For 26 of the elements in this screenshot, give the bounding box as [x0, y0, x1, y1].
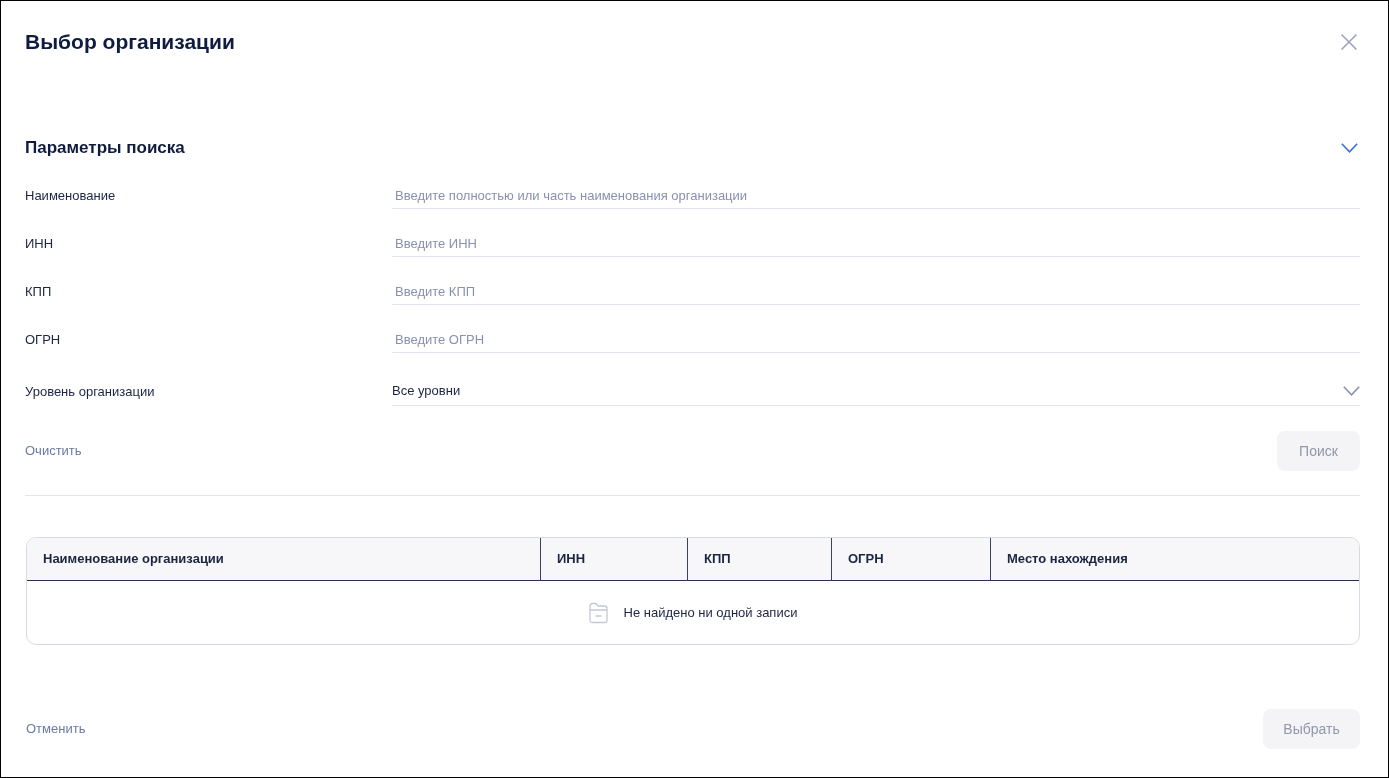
- section-title: Параметры поиска: [25, 137, 185, 159]
- input-field[interactable]: Введите ИНН: [392, 231, 1360, 257]
- collapse-toggle[interactable]: [1341, 143, 1358, 153]
- chevron-down-icon: [1341, 143, 1358, 153]
- field-label: ИНН: [25, 235, 55, 253]
- chevron-down-icon: [1343, 386, 1360, 396]
- field-label: Наименование: [25, 187, 117, 205]
- empty-message: Не найдено ни одной записи: [623, 603, 798, 622]
- dialog-title: Выбор организации: [25, 29, 235, 55]
- input-field[interactable]: Введите КПП: [392, 279, 1360, 305]
- column-header: КПП: [704, 550, 731, 569]
- select-field[interactable]: Все уровни: [392, 377, 1360, 406]
- column-header: Наименование организации: [43, 550, 224, 569]
- input-field[interactable]: Введите ОГРН: [392, 327, 1360, 353]
- field-label: КПП: [25, 283, 53, 301]
- column-header: ИНН: [557, 550, 586, 569]
- field-label: Уровень организации: [25, 383, 156, 401]
- input-field[interactable]: Введите полностью или часть наименования организации: [392, 183, 1360, 209]
- field-label: ОГРН: [25, 331, 62, 349]
- close-icon: [1341, 34, 1357, 50]
- column-header: Место нахождения: [1007, 550, 1128, 569]
- close-button[interactable]: [1341, 34, 1357, 50]
- cancel-button[interactable]: Отменить: [26, 719, 86, 739]
- clear-button[interactable]: Очистить: [25, 441, 82, 461]
- folder-icon: [588, 601, 608, 624]
- column-header: ОГРН: [848, 550, 884, 569]
